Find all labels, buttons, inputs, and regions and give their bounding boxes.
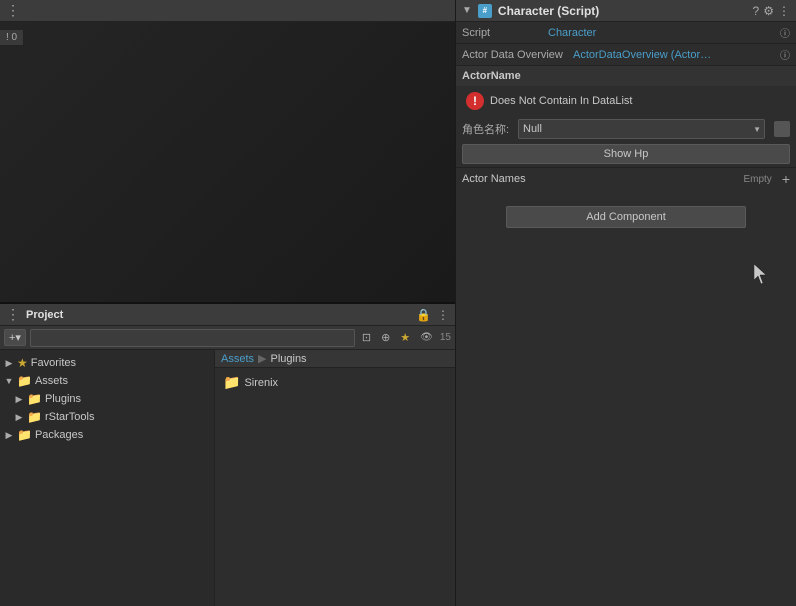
favorites-star-icon: ★	[17, 356, 28, 370]
inspector-title: Character (Script)	[498, 4, 747, 18]
project-toolbar: +▾ ⊡ ⊕ ★ 👁 15	[0, 326, 455, 350]
file-list-area: Assets ▶ Plugins 📁 Sirenix	[215, 350, 455, 606]
rstartools-label: rStarTools	[45, 411, 95, 423]
project-content: ▶ ★ Favorites ▼ 📁 Assets ▶ 📁 Plugins	[0, 350, 455, 606]
packages-tree-item[interactable]: ▶ 📁 Packages	[0, 426, 214, 444]
rstartools-tree-item[interactable]: ▶ 📁 rStarTools	[0, 408, 214, 426]
favorites-label: Favorites	[31, 357, 76, 369]
inspector-empty-space	[456, 244, 796, 324]
favorites-arrow: ▶	[4, 358, 14, 369]
scene-indicator: ! 0	[6, 32, 17, 43]
assets-folder-icon: 📁	[17, 374, 32, 388]
packages-arrow: ▶	[4, 430, 14, 441]
assets-tree-item[interactable]: ▼ 📁 Assets	[0, 372, 214, 390]
error-row: ! Does Not Contain In DataList	[460, 88, 792, 114]
role-name-select-icon[interactable]	[774, 121, 790, 137]
plugins-tree-item[interactable]: ▶ 📁 Plugins	[0, 390, 214, 408]
breadcrumb-current: Plugins	[270, 353, 306, 365]
eye-icon[interactable]: 👁	[417, 331, 436, 344]
role-name-dropdown-wrapper: Null	[518, 119, 765, 139]
assets-label: Assets	[35, 375, 68, 387]
actor-data-info-icon[interactable]: ⓘ	[780, 47, 790, 62]
project-panel-title: Project	[26, 309, 63, 321]
inspector-header: ▼ # Character (Script) ? ⚙ ⋮	[456, 0, 796, 22]
role-name-label: 角色名称:	[462, 121, 512, 137]
inspector-body: Script Character ⓘ Actor Data Overview A…	[456, 22, 796, 606]
add-component-button[interactable]: Add Component	[506, 206, 746, 228]
actor-names-row: Actor Names Empty +	[456, 167, 796, 190]
inspector-header-icons: ? ⚙ ⋮	[753, 4, 790, 18]
sirenix-folder-icon: 📁	[223, 374, 240, 391]
project-panel-header: ⋮ Project 🔒 ⋮	[0, 304, 455, 326]
error-message: Does Not Contain In DataList	[490, 95, 632, 107]
actor-names-add-button[interactable]: +	[782, 171, 790, 187]
show-hp-button[interactable]: Show Hp	[462, 144, 790, 164]
favorites-tree-item[interactable]: ▶ ★ Favorites	[0, 354, 214, 372]
search-input[interactable]	[30, 329, 355, 347]
component-fold-arrow[interactable]: ▼	[462, 5, 472, 16]
more-icon[interactable]: ⋮	[778, 4, 790, 18]
project-panel-more[interactable]: ⋮	[437, 308, 449, 322]
scene-view-icon[interactable]: ⊡	[359, 330, 374, 345]
script-value[interactable]: Character	[548, 27, 596, 39]
script-component-icon: #	[478, 4, 492, 18]
count-badge: 15	[440, 332, 451, 343]
actor-name-label: ActorName	[462, 70, 521, 82]
assets-arrow: ▼	[4, 376, 14, 386]
favorites-star-icon[interactable]: ★	[397, 330, 413, 345]
inspector-panel: ▼ # Character (Script) ? ⚙ ⋮ Script Char…	[455, 0, 796, 606]
actor-data-row: Actor Data Overview ActorDataOverview (A…	[456, 44, 796, 66]
role-name-row: 角色名称: Null	[456, 117, 796, 141]
cursor	[754, 264, 766, 287]
packages-icon[interactable]: ⊕	[378, 330, 393, 345]
rstartools-folder-icon: 📁	[27, 410, 42, 424]
packages-label: Packages	[35, 429, 83, 441]
role-name-select[interactable]: Null	[518, 119, 765, 139]
packages-folder-icon: 📁	[17, 428, 32, 442]
help-icon[interactable]: ?	[753, 4, 760, 18]
project-panel-lock[interactable]: 🔒	[416, 308, 431, 322]
error-icon: !	[466, 92, 484, 110]
actor-name-section: ActorName	[456, 66, 796, 86]
script-label: Script	[462, 27, 542, 39]
sirenix-folder-label: Sirenix	[244, 377, 278, 389]
script-info-icon[interactable]: ⓘ	[780, 25, 790, 40]
actor-data-value[interactable]: ActorDataOverview (Actor D̶a̶	[573, 49, 713, 61]
settings-icon[interactable]: ⚙	[763, 4, 774, 18]
add-asset-button[interactable]: +▾	[4, 329, 26, 346]
breadcrumb: Assets ▶ Plugins	[215, 350, 455, 368]
sirenix-folder-item[interactable]: 📁 Sirenix	[219, 372, 282, 393]
file-tree: ▶ ★ Favorites ▼ 📁 Assets ▶ 📁 Plugins	[0, 350, 215, 606]
plugins-label: Plugins	[45, 393, 81, 405]
plugins-folder-icon: 📁	[27, 392, 42, 406]
breadcrumb-root[interactable]: Assets	[221, 353, 254, 365]
project-panel-dots[interactable]: ⋮	[6, 306, 20, 323]
actor-names-empty: Empty	[743, 174, 771, 185]
actor-data-label: Actor Data Overview	[462, 49, 567, 61]
rstartools-arrow: ▶	[14, 412, 24, 423]
file-grid: 📁 Sirenix	[215, 368, 455, 397]
add-component-area: Add Component	[456, 190, 796, 244]
plugins-arrow: ▶	[14, 394, 24, 405]
script-row: Script Character ⓘ	[456, 22, 796, 44]
actor-names-label: Actor Names	[462, 173, 737, 185]
scene-menu-dots[interactable]: ⋮	[6, 2, 20, 19]
